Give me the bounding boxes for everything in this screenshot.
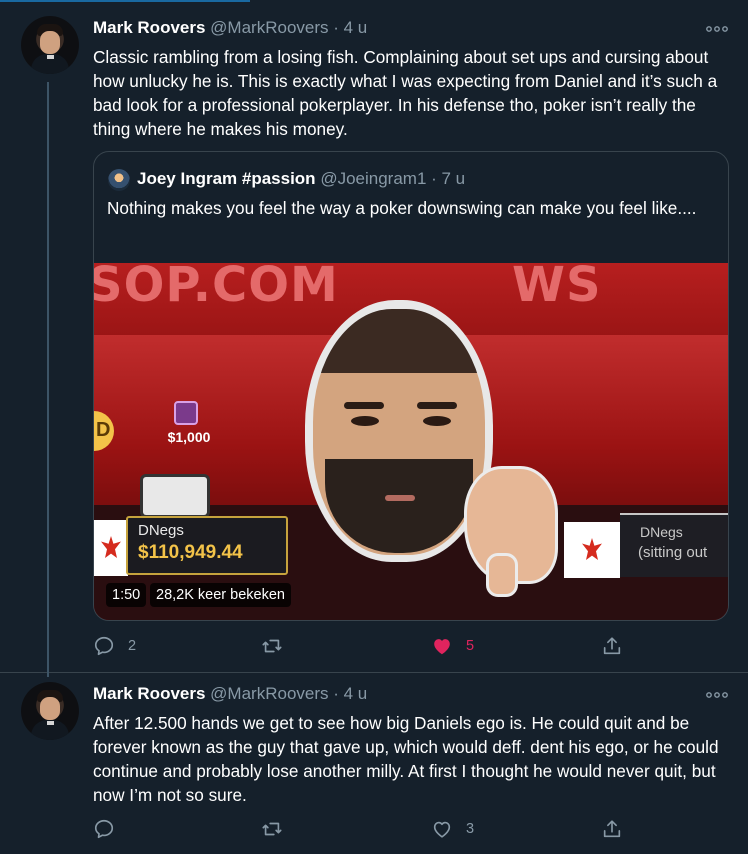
cartoon-mouth	[385, 495, 415, 501]
retweet-icon	[262, 639, 282, 653]
reply-button[interactable]: 2	[93, 634, 136, 658]
tweet-text: Classic rambling from a losing fish. Com…	[93, 47, 718, 139]
quoted-header: Joey Ingram #passion @Joeingram1 · 7 u	[137, 168, 465, 190]
cartoon-brow	[344, 402, 384, 409]
tweet[interactable]: Mark Roovers @MarkRoovers · 4 u Classic …	[0, 0, 748, 677]
like-count: 3	[466, 821, 475, 837]
tweet-header: Mark Roovers @MarkRoovers · 4 u	[93, 17, 367, 39]
more-icon[interactable]	[706, 20, 728, 36]
share-button[interactable]	[601, 634, 623, 658]
reply-icon	[94, 819, 114, 839]
like-count: 5	[466, 638, 475, 654]
like-button[interactable]: 3	[431, 817, 474, 841]
retweet-icon	[262, 822, 282, 836]
chip-value: $1,000	[167, 429, 211, 445]
like-button[interactable]: 5	[431, 634, 474, 658]
heart-icon	[434, 639, 450, 655]
video-duration: 1:50	[106, 583, 147, 607]
thumbs-down-tip	[486, 553, 518, 597]
avatar[interactable]	[21, 682, 79, 740]
video-logo-left: SOP.COM	[94, 263, 339, 313]
chip-icon	[174, 401, 198, 425]
author-handle-time[interactable]: @MarkRoovers · 4 u	[210, 684, 367, 703]
cartoon-eye	[423, 416, 451, 426]
player-plate-amount: $110,949.44	[138, 542, 243, 563]
cartoon-brow	[417, 402, 457, 409]
cartoon-eye	[351, 416, 379, 426]
retweet-button[interactable]	[261, 634, 296, 658]
author-name[interactable]: Mark Roovers	[93, 684, 205, 703]
thread-connector-line	[47, 82, 49, 677]
share-icon	[603, 637, 621, 655]
canada-flag-icon	[94, 520, 128, 576]
heart-icon	[433, 821, 451, 838]
author-name[interactable]: Mark Roovers	[93, 18, 205, 37]
avatar[interactable]	[21, 16, 79, 74]
tweet[interactable]: Mark Roovers @MarkRoovers · 4 u After 12…	[0, 673, 748, 854]
tweet-header: Mark Roovers @MarkRoovers · 4 u	[93, 683, 367, 705]
tweet-actions: 3	[0, 817, 748, 841]
quoted-tweet[interactable]: Joey Ingram #passion @Joeingram1 · 7 u N…	[93, 151, 729, 621]
player-plate-right-name: DNegs	[640, 524, 683, 540]
tweet-actions: 2 5	[0, 634, 748, 658]
more-icon[interactable]	[706, 686, 728, 702]
author-handle-time[interactable]: @MarkRoovers · 4 u	[210, 18, 367, 37]
video-logo-right: WS	[512, 263, 602, 313]
quoted-text: Nothing makes you feel the way a poker d…	[107, 198, 697, 218]
canada-flag-icon	[564, 522, 620, 578]
video-view-count: 28,2K keer bekeken	[150, 583, 291, 607]
card-icon	[143, 477, 207, 515]
quoted-avatar[interactable]	[108, 169, 130, 191]
reply-count: 2	[128, 638, 137, 654]
player-plate-right-status: (sitting out	[638, 544, 708, 561]
quoted-author-name[interactable]: Joey Ingram #passion	[137, 169, 316, 188]
reply-button[interactable]	[93, 817, 128, 841]
reply-icon	[94, 636, 114, 656]
player-plate-name: DNegs	[138, 522, 184, 539]
retweet-button[interactable]	[261, 817, 296, 841]
dealer-button-label: D	[96, 419, 111, 441]
share-button[interactable]	[601, 817, 623, 841]
quoted-author-handle-time[interactable]: @Joeingram1 · 7 u	[320, 169, 465, 188]
video-player[interactable]: SOP.COM WS D $1,000 DNegs $110,949.44 DN…	[94, 263, 728, 620]
share-icon	[603, 820, 621, 838]
tweet-text: After 12.500 hands we get to see how big…	[93, 713, 719, 805]
